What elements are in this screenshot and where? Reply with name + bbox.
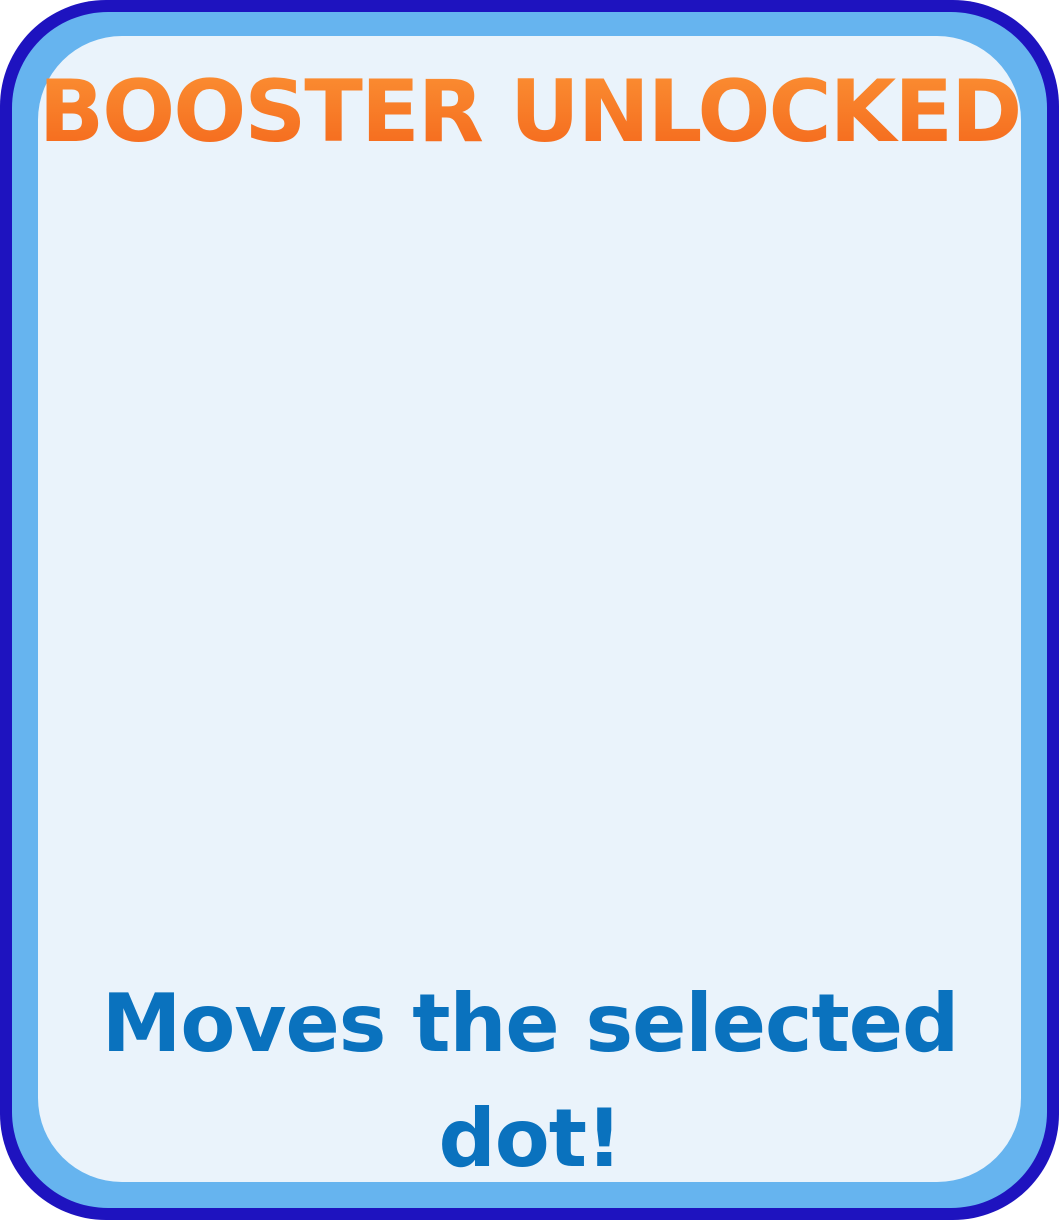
booster-preview-area [229,200,829,920]
booster-description: Moves the selected dot! [101,977,960,1185]
dialog-title: BOOSTER UNLOCKED [0,62,1059,162]
